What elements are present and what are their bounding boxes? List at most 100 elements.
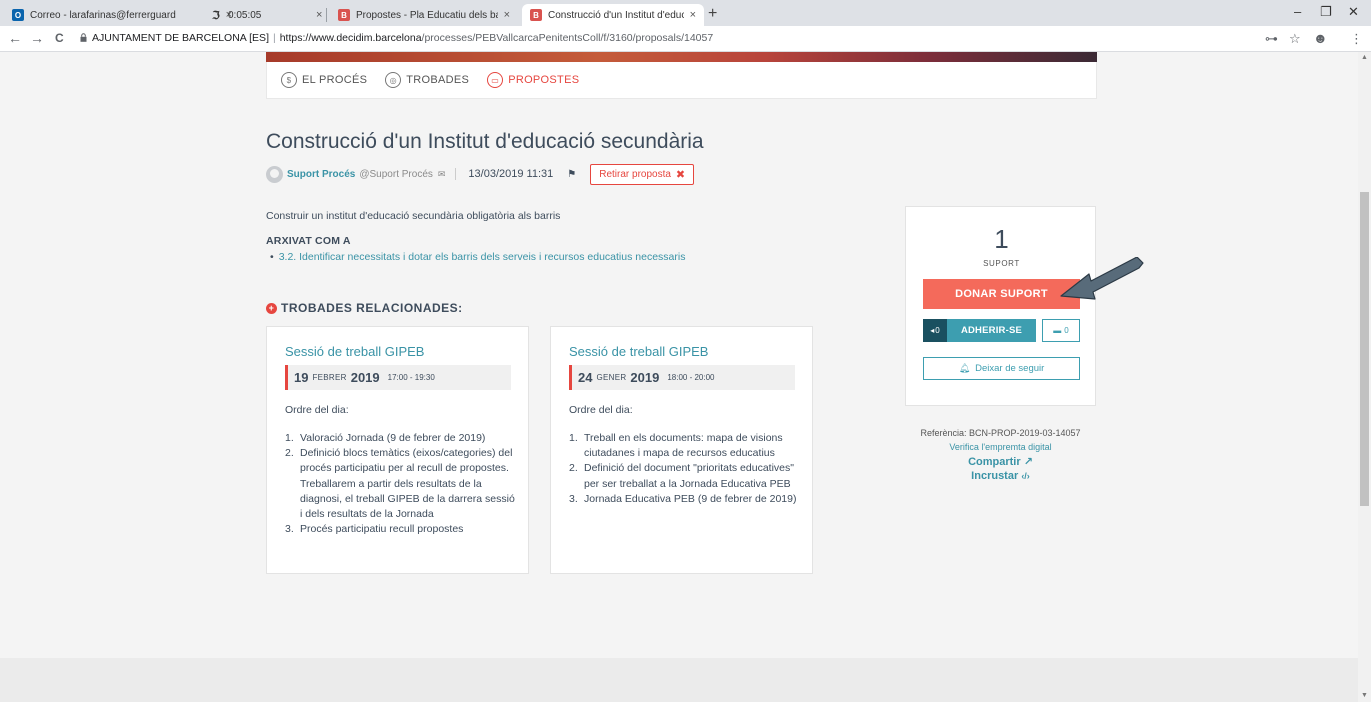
browser-tab-active[interactable]: B Construcció d'un Institut d'educa × bbox=[522, 4, 704, 26]
process-banner-image bbox=[266, 52, 1097, 62]
location-pin-icon: ◎ bbox=[385, 72, 402, 88]
agenda-label: Ordre del dia: bbox=[285, 404, 349, 416]
archived-category-text: 3.2. Identificar necessitats i dotar els… bbox=[278, 251, 686, 263]
plus-circle-icon: + bbox=[266, 302, 277, 314]
meeting-month: FEBRER bbox=[312, 373, 347, 382]
envelope-icon[interactable]: ✉ bbox=[438, 169, 446, 180]
browser-address-bar: ← → C AJUNTAMENT DE BARCELONA [ES] | https… bbox=[0, 26, 1371, 52]
share-icon: ↗ bbox=[1023, 456, 1033, 468]
comment-icon: ▬ bbox=[1053, 326, 1062, 335]
list-item: 2. Definició del document "prioritats edu… bbox=[569, 461, 804, 491]
adhere-label: ADHERIR-SE bbox=[960, 325, 1023, 336]
adhere-button[interactable]: ◂ 0 ADHERIR-SE bbox=[923, 319, 1036, 342]
author-name[interactable]: Suport Procés bbox=[287, 169, 355, 180]
agenda-list: 1. Treball en els documents: mapa de visi… bbox=[569, 431, 804, 507]
list-item: 1. Treball en els documents: mapa de visi… bbox=[569, 431, 804, 461]
list-item: 1. Valoració Jornada (9 de febrer de 2019… bbox=[285, 431, 520, 446]
list-item: 2. Definició blocs temàtics (eixos/catego… bbox=[285, 446, 520, 522]
profile-icon[interactable]: ☻ bbox=[1313, 30, 1328, 46]
url-field[interactable]: AJUNTAMENT DE BARCELONA [ES] | https://www… bbox=[92, 32, 713, 44]
list-item-number: 3. bbox=[285, 523, 294, 536]
unfollow-button[interactable]: 🔔︎ Deixar de seguir bbox=[923, 357, 1080, 380]
tab-separator bbox=[326, 8, 327, 22]
divider bbox=[455, 168, 457, 180]
new-tab-button[interactable]: + bbox=[708, 5, 717, 23]
adhere-count-value: 0 bbox=[935, 326, 940, 335]
scroll-up-icon[interactable]: ▲ bbox=[1361, 54, 1368, 61]
meeting-date: 19 FEBRER 2019 17:00 - 19:30 bbox=[285, 365, 511, 390]
url-host: https://www.decidim.barcelona bbox=[279, 32, 422, 44]
related-meetings-heading: + TROBADES RELACIONADES: bbox=[266, 301, 463, 315]
list-item-text: Jornada Educativa PEB (9 de febrer de 20… bbox=[584, 492, 797, 505]
nav-propostes[interactable]: ▭ PROPOSTES bbox=[487, 72, 579, 88]
meeting-title[interactable]: Sessió de treball GIPEB bbox=[569, 344, 708, 359]
verify-fingerprint-link[interactable]: Verifica l'empremta digital bbox=[905, 442, 1096, 452]
embed-label: Incrustar bbox=[971, 470, 1019, 482]
agenda-list: 1. Valoració Jornada (9 de febrer de 2019… bbox=[285, 431, 520, 537]
bookmark-star-icon[interactable]: ☆ bbox=[1289, 31, 1301, 47]
site-identity: AJUNTAMENT DE BARCELONA [ES] bbox=[92, 32, 269, 44]
withdraw-proposal-button[interactable]: Retirar proposta ✖ bbox=[590, 163, 695, 185]
page-viewport: $ EL PROCÉS ◎ TROBADES ▭ PROPOSTES Const… bbox=[0, 52, 1358, 702]
meeting-month: GENER bbox=[596, 373, 627, 382]
meeting-year: 2019 bbox=[350, 370, 380, 385]
proposal-references: Referència: BCN-PROP-2019-03-14057 Verif… bbox=[905, 428, 1096, 482]
process-navigation: $ EL PROCÉS ◎ TROBADES ▭ PROPOSTES bbox=[266, 62, 1097, 99]
meeting-year: 2019 bbox=[630, 370, 660, 385]
decidim-icon: B bbox=[530, 9, 542, 21]
list-item-number: 1. bbox=[569, 432, 578, 444]
meeting-time: 17:00 - 19:30 bbox=[387, 373, 435, 382]
window-close-button[interactable]: ✕ bbox=[1348, 4, 1359, 20]
restore-button[interactable]: ❐ bbox=[1320, 4, 1332, 20]
nav-trobades-label: TROBADES bbox=[406, 74, 470, 86]
proposal-author-line: Suport Procés @Suport Procés ✉ 13/03/201… bbox=[266, 163, 695, 185]
nav-trobades[interactable]: ◎ TROBADES bbox=[385, 72, 469, 88]
list-item-text: Procés participatiu recull propostes bbox=[300, 523, 464, 536]
meeting-title[interactable]: Sessió de treball GIPEB bbox=[285, 344, 424, 359]
browser-tab-strip: O Correo - larafarinas@ferrerguard × ℑ 0… bbox=[0, 0, 1371, 26]
megaphone-icon: ◂ bbox=[930, 326, 935, 335]
meeting-card[interactable]: Sessió de treball GIPEB 24 GENER 2019 18… bbox=[550, 326, 813, 574]
minimize-button[interactable]: – bbox=[1294, 4, 1301, 19]
list-item: 3. Jornada Educativa PEB (9 de febrer de … bbox=[569, 492, 804, 507]
scrollbar-thumb[interactable] bbox=[1360, 192, 1369, 506]
share-link[interactable]: Compartir ↗ bbox=[905, 455, 1096, 468]
annotation-arrow-icon bbox=[1060, 257, 1144, 300]
comments-count: 0 bbox=[1064, 326, 1069, 335]
process-icon: $ bbox=[281, 72, 297, 88]
nav-el-proces-label: EL PROCÉS bbox=[302, 74, 368, 86]
flag-icon[interactable]: ⚑ bbox=[567, 169, 576, 180]
comments-button[interactable]: ▬ 0 bbox=[1042, 319, 1080, 342]
reload-button[interactable]: C bbox=[55, 31, 64, 45]
withdraw-label: Retirar proposta bbox=[599, 168, 671, 180]
archived-as-label: ARXIVAT COM A bbox=[266, 235, 351, 247]
meeting-date: 24 GENER 2019 18:00 - 20:00 bbox=[569, 365, 795, 390]
back-button[interactable]: ← bbox=[8, 30, 22, 46]
proposals-icon: ▭ bbox=[487, 72, 504, 88]
browser-menu-icon[interactable]: ⋮ bbox=[1350, 31, 1363, 47]
support-count: 1 bbox=[994, 224, 1009, 254]
close-tab-icon[interactable]: × bbox=[504, 9, 510, 21]
browser-tab-timer-close[interactable]: × bbox=[302, 4, 322, 26]
proposal-body: Construir un institut d'educació secundà… bbox=[266, 210, 561, 222]
list-item-text: Treball en els documents: mapa de vision… bbox=[584, 432, 783, 460]
avatar[interactable] bbox=[266, 165, 283, 183]
key-icon[interactable]: ⊶ bbox=[1265, 31, 1278, 47]
embed-link[interactable]: Incrustar ‹/› bbox=[905, 470, 1096, 482]
close-tab-icon[interactable]: × bbox=[690, 9, 696, 21]
list-item-number: 1. bbox=[285, 432, 294, 444]
forward-button[interactable]: → bbox=[30, 30, 44, 46]
archived-category-link[interactable]: • 3.2. Identificar necessitats i dotar el… bbox=[270, 251, 685, 263]
list-item-number: 3. bbox=[569, 492, 578, 505]
url-separator: | bbox=[272, 32, 276, 44]
close-tab-icon[interactable]: × bbox=[316, 9, 322, 21]
timer-icon: ℑ bbox=[212, 9, 220, 22]
list-item-number: 2. bbox=[569, 462, 578, 475]
browser-tab-propostes[interactable]: B Propostes - Pla Educatiu dels bar × bbox=[330, 4, 518, 26]
meeting-card[interactable]: Sessió de treball GIPEB 19 FEBRER 2019 1… bbox=[266, 326, 529, 574]
lock-icon bbox=[80, 33, 87, 42]
scroll-down-icon[interactable]: ▼ bbox=[1361, 692, 1368, 699]
nav-el-proces[interactable]: $ EL PROCÉS bbox=[281, 72, 367, 88]
code-icon: ‹/› bbox=[1021, 471, 1030, 481]
outlook-icon: O bbox=[12, 9, 24, 21]
